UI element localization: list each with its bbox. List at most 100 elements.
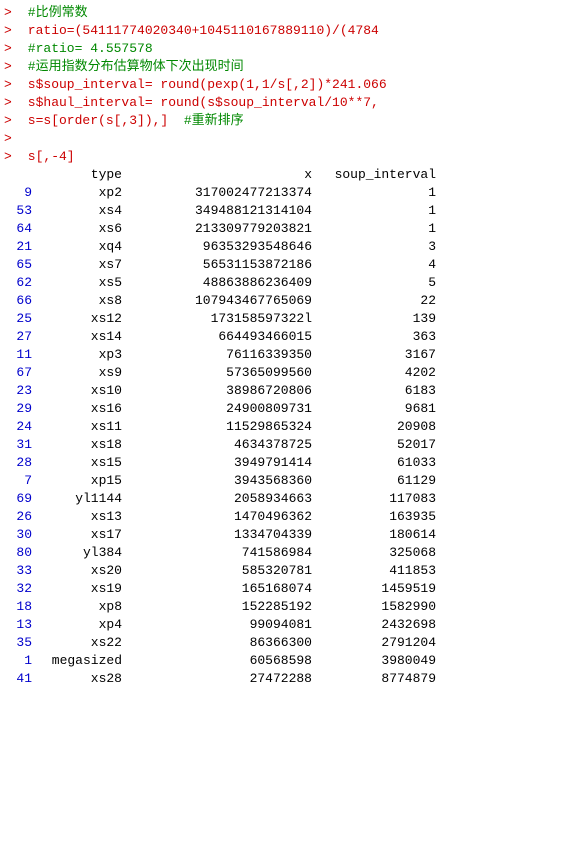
row-num: 41 [4,670,36,688]
col-x: 349488121314104 [126,202,316,220]
col-type: xp15 [36,472,126,490]
table-row: 24 xs11 11529865324 20908 [4,418,576,436]
col-soup: 1 [316,202,436,220]
col-x: 48863886236409 [126,274,316,292]
col-x: 2058934663 [126,490,316,508]
col-soup: 22 [316,292,436,310]
col-soup: 61033 [316,454,436,472]
col-type: xs9 [36,364,126,382]
col-soup: 1459519 [316,580,436,598]
col-x: 27472288 [126,670,316,688]
table-row: 65 xs7 56531153872186 4 [4,256,576,274]
table-row: 13 xp4 99094081 2432698 [4,616,576,634]
header-type: type [36,166,126,184]
col-x: 24900809731 [126,400,316,418]
col-soup: 139 [316,310,436,328]
header-x: x [126,166,316,184]
console: > #比例常数 > ratio=(54111774020340+10451101… [0,0,580,692]
col-soup: 4 [316,256,436,274]
row-num: 65 [4,256,36,274]
col-soup: 3980049 [316,652,436,670]
table-row: 62 xs5 48863886236409 5 [4,274,576,292]
line-text: s[,-4] [20,148,75,166]
col-x: 213309779203821 [126,220,316,238]
table-row: 25 xs12 173158597322l 139 [4,310,576,328]
col-type: xs13 [36,508,126,526]
col-soup: 9681 [316,400,436,418]
col-soup: 6183 [316,382,436,400]
col-x: 99094081 [126,616,316,634]
code-line-8: > s[,-4] [0,148,580,166]
table-row: 7 xp15 3943568360 61129 [4,472,576,490]
col-x: 76116339350 [126,346,316,364]
col-x: 4634378725 [126,436,316,454]
table-header: type x soup_interval [4,166,576,184]
data-table: type x soup_interval 9 xp2 3170024772133… [0,166,580,688]
col-soup: 411853 [316,562,436,580]
row-num: 53 [4,202,36,220]
line-text: #比例常数 [20,4,88,22]
col-type: xp8 [36,598,126,616]
table-row: 33 xs20 585320781 411853 [4,562,576,580]
row-num: 80 [4,544,36,562]
col-type: xs12 [36,310,126,328]
table-row: 53 xs4 349488121314104 1 [4,202,576,220]
table-row: 21 xq4 96353293548646 3 [4,238,576,256]
col-x: 11529865324 [126,418,316,436]
row-num: 1 [4,652,36,670]
table-row: 29 xs16 24900809731 9681 [4,400,576,418]
code-line-2: > ratio=(54111774020340+1045110167889110… [0,22,580,40]
prompt: > [4,148,20,166]
col-x: 57365099560 [126,364,316,382]
line-text: #ratio= 4.557578 [20,40,153,58]
col-type: xs4 [36,202,126,220]
row-num: 28 [4,454,36,472]
col-x: 741586984 [126,544,316,562]
col-type: xs6 [36,220,126,238]
prompt: > [4,4,20,22]
col-x: 86366300 [126,634,316,652]
col-type: megasized [36,652,126,670]
col-type: xs17 [36,526,126,544]
code-line-6: > s$haul_interval= round(s$soup_interval… [0,94,580,112]
row-num: 7 [4,472,36,490]
row-num: 64 [4,220,36,238]
col-x: 96353293548646 [126,238,316,256]
col-soup: 52017 [316,436,436,454]
col-type: xp3 [36,346,126,364]
col-type: xs11 [36,418,126,436]
row-num: 21 [4,238,36,256]
col-x: 664493466015 [126,328,316,346]
col-soup: 363 [316,328,436,346]
prompt: > [4,76,20,94]
col-soup: 3 [316,238,436,256]
table-row: 80 yl384 741586984 325068 [4,544,576,562]
col-type: xq4 [36,238,126,256]
col-x: 173158597322l [126,310,316,328]
row-num: 32 [4,580,36,598]
table-row: 31 xs18 4634378725 52017 [4,436,576,454]
prompt: > [4,22,20,40]
col-soup: 61129 [316,472,436,490]
line-text: s$soup_interval= round(pexp(1,1/s[,2])*2… [20,76,387,94]
col-x: 1334704339 [126,526,316,544]
col-soup: 1582990 [316,598,436,616]
table-row: 11 xp3 76116339350 3167 [4,346,576,364]
row-num: 30 [4,526,36,544]
row-num: 9 [4,184,36,202]
table-row: 1 megasized 60568598 3980049 [4,652,576,670]
col-type: xs22 [36,634,126,652]
table-row: 41 xs28 27472288 8774879 [4,670,576,688]
col-type: xs18 [36,436,126,454]
col-soup: 1 [316,184,436,202]
col-soup: 325068 [316,544,436,562]
col-x: 60568598 [126,652,316,670]
row-num: 27 [4,328,36,346]
col-type: xs5 [36,274,126,292]
col-soup: 117083 [316,490,436,508]
prompt: > [4,112,20,130]
row-num: 35 [4,634,36,652]
table-row: 26 xs13 1470496362 163935 [4,508,576,526]
code-line-7: > s=s[order(s[,3]),] #重新排序 [0,112,580,130]
col-soup: 20908 [316,418,436,436]
